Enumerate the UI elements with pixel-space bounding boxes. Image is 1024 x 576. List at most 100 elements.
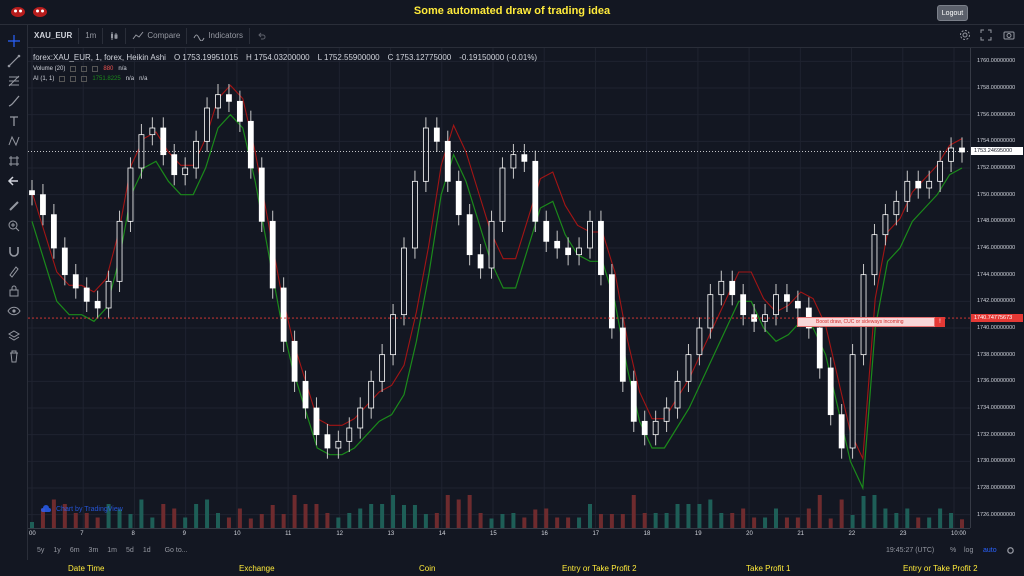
candle-body — [236, 100, 243, 122]
volume-bar — [456, 499, 461, 528]
open-value: O 1753.19951015 — [173, 53, 239, 62]
range-1y[interactable]: 1y — [53, 547, 60, 554]
close-icon[interactable] — [92, 66, 99, 72]
lock-icon[interactable] — [7, 284, 21, 298]
stay-drawing-icon[interactable] — [7, 264, 21, 278]
percent-toggle[interactable]: % — [950, 547, 956, 554]
price-axis[interactable]: 1760.00000000 1758.00000000 1756.00000000 1… — [970, 48, 1024, 528]
volume-bar — [369, 504, 374, 528]
volume-bar — [960, 519, 964, 528]
page-title: Some automated draw of trading idea — [413, 5, 611, 17]
volume-bar — [51, 499, 56, 528]
measure-icon[interactable] — [7, 154, 21, 168]
volume-bar — [730, 513, 735, 528]
volume-bar — [664, 513, 669, 528]
volume-bar — [292, 495, 297, 528]
volume-bar — [489, 518, 494, 528]
eye-icon[interactable] — [70, 66, 77, 72]
volume-bar — [533, 509, 538, 528]
magnet-icon[interactable] — [7, 244, 21, 258]
camera-icon[interactable] — [1003, 29, 1015, 41]
compare-label: Compare — [147, 31, 181, 40]
logout-button[interactable]: Logout — [937, 5, 968, 21]
pattern-icon[interactable] — [7, 134, 21, 148]
zoom-icon[interactable] — [7, 219, 21, 233]
volume-label[interactable]: Volume (20) — [33, 66, 65, 72]
volume-bar — [467, 495, 472, 528]
compare-button[interactable]: Compare — [132, 31, 180, 41]
signal-label[interactable]: Boost draw, CUC or sideways incoming — [797, 317, 935, 327]
change-value: -0.19150000 (-0.01%) — [459, 53, 538, 62]
undo-icon[interactable] — [256, 31, 266, 41]
crosshair-icon[interactable] — [7, 34, 21, 48]
candle-body — [258, 167, 265, 222]
candle-body — [83, 287, 90, 302]
volume-bar — [686, 504, 691, 528]
range-5d[interactable]: 5d — [126, 547, 134, 554]
price-tick-label: 1746.00000000 — [977, 245, 1016, 251]
candle-body — [160, 127, 167, 156]
time-tick-label: 10:00 — [951, 531, 967, 537]
candles-icon — [111, 31, 118, 40]
fullscreen-icon[interactable] — [980, 29, 992, 41]
ruler-icon[interactable] — [7, 199, 21, 213]
gear-icon[interactable] — [81, 66, 88, 72]
range-3m[interactable]: 3m — [89, 547, 99, 554]
candle-body — [652, 420, 659, 436]
gear-icon[interactable] — [1006, 546, 1015, 555]
auto-toggle[interactable]: auto — [983, 547, 997, 554]
volume-bar — [839, 499, 844, 528]
volume-bar — [609, 514, 614, 528]
footer-label: Date Time — [68, 564, 105, 573]
range-6m[interactable]: 6m — [70, 547, 80, 554]
settings-icon[interactable] — [959, 29, 971, 41]
top-header: Some automated draw of trading idea Logo… — [0, 0, 1024, 24]
trend-line-icon[interactable] — [7, 54, 21, 68]
time-axis[interactable]: 00 7 8 9 10 11 12 13 14 15 16 17 18 19 20 21 22 23 10:00 — [28, 528, 970, 540]
brush-icon[interactable] — [7, 94, 21, 108]
tradingview-watermark[interactable]: Chart by TradingView — [40, 505, 123, 513]
eye-icon[interactable] — [7, 304, 21, 318]
close-icon[interactable] — [81, 76, 88, 82]
volume-bar — [806, 508, 811, 528]
watermark-text: Chart by TradingView — [56, 505, 123, 513]
range-1d[interactable]: 1d — [143, 547, 151, 554]
chart-type-button[interactable] — [109, 31, 119, 41]
candle-body — [466, 214, 473, 256]
symbol-selector[interactable]: XAU_EUR — [34, 31, 72, 40]
goto-button[interactable]: Go to... — [165, 547, 188, 554]
time-tick-label: 18 — [643, 531, 651, 537]
volume-bar — [412, 505, 417, 528]
price-chart[interactable] — [28, 48, 970, 528]
trash-icon[interactable] — [7, 349, 21, 363]
range-5y[interactable]: 5y — [37, 547, 44, 554]
range-1m[interactable]: 1m — [107, 547, 117, 554]
volume-bar — [598, 514, 603, 528]
candle-body — [269, 220, 276, 289]
volume-bar — [708, 499, 713, 528]
time-tick-label: 16 — [541, 531, 548, 537]
ai-label[interactable]: AI (1, 1) — [33, 76, 54, 82]
layers-icon[interactable] — [7, 329, 21, 343]
candle-body — [488, 220, 495, 269]
eye-icon[interactable] — [59, 76, 66, 82]
indicators-button[interactable]: Indicators — [193, 31, 243, 41]
volume-bar — [500, 514, 505, 528]
signal-alert-button[interactable]: ! — [935, 317, 945, 327]
log-toggle[interactable]: log — [964, 547, 973, 554]
volume-bar — [566, 517, 571, 528]
text-icon[interactable] — [7, 114, 21, 128]
price-tick-label: 1728.00000000 — [977, 485, 1016, 491]
candle-body — [61, 247, 68, 276]
interval-selector[interactable]: 1m — [85, 31, 96, 40]
arrow-left-icon[interactable] — [7, 174, 21, 188]
candle-body — [915, 180, 922, 189]
volume-bar — [872, 495, 877, 528]
series-title[interactable]: forex:XAU_EUR, 1, forex, Heikin Ashi — [33, 53, 166, 62]
volume-bar — [938, 508, 943, 528]
volume-bar — [150, 517, 155, 528]
candle-body — [346, 427, 353, 442]
fib-icon[interactable] — [7, 74, 21, 88]
volume-bar — [577, 517, 582, 528]
gear-icon[interactable] — [70, 76, 77, 82]
